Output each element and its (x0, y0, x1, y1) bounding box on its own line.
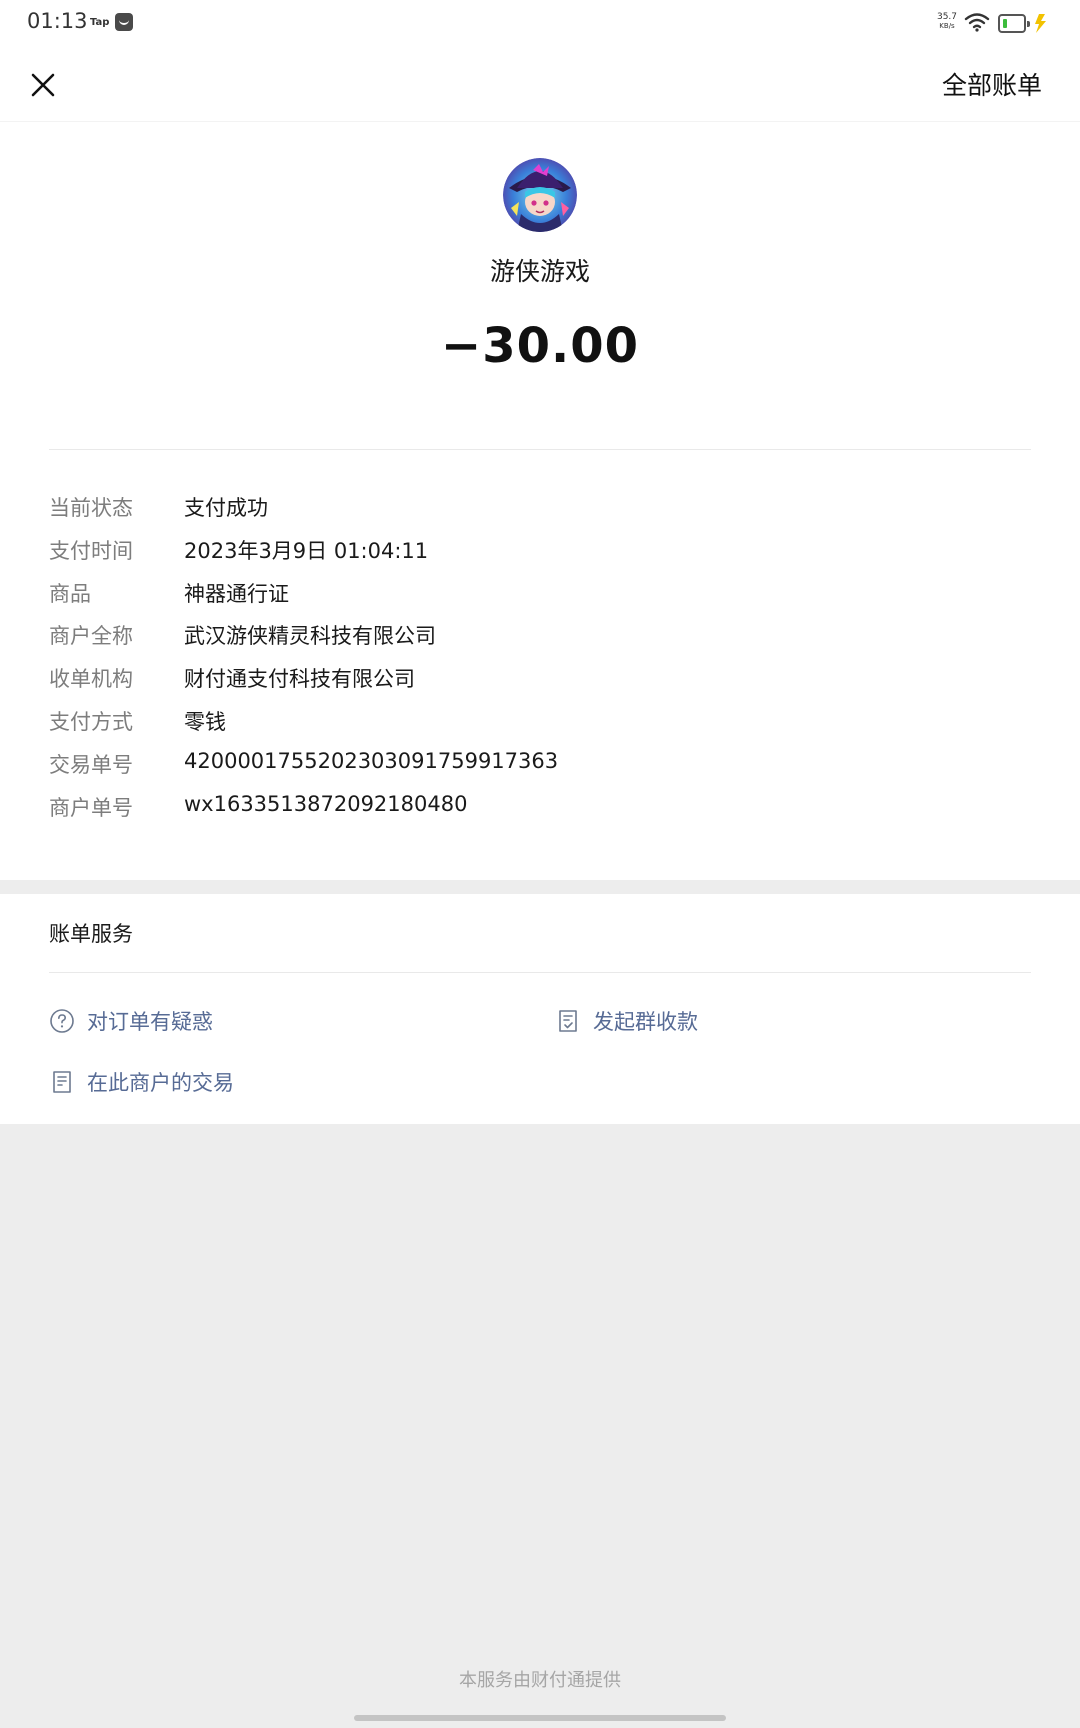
detail-label: 收单机构 (49, 667, 133, 692)
status-bar: 01:13 Tap 35.7 KB/s (0, 0, 1080, 46)
header-divider (49, 449, 1031, 450)
provider-footer: 本服务由财付通提供 (459, 1670, 621, 1691)
merchant-name: 游侠游戏 (489, 257, 590, 286)
network-speed: 35.7 KB/s (933, 12, 961, 31)
tap-app-icon: Tap (90, 17, 110, 28)
bill-services-section: 账单服务 对订单有疑惑 发起群收款 在此商户的交易 (0, 894, 1080, 1124)
merchant-transactions-link[interactable]: 在此商户的交易 (49, 1065, 234, 1099)
group-receipt-label: 发起群收款 (593, 1010, 698, 1034)
detail-value: 2023年3月9日 01:04:11 (184, 538, 429, 563)
detail-row-pay-time: 支付时间 2023年3月9日 01:04:11 (49, 531, 1031, 574)
detail-label: 当前状态 (49, 496, 133, 520)
top-nav: 全部账单 (0, 46, 1080, 122)
detail-value: 支付成功 (184, 496, 268, 520)
services-title: 账单服务 (49, 922, 133, 946)
question-circle-icon (50, 1009, 74, 1033)
services-divider (49, 972, 1031, 973)
detail-value: 武汉游侠精灵科技有限公司 (184, 624, 436, 649)
detail-row-acquirer: 收单机构 财付通支付科技有限公司 (49, 659, 1031, 702)
document-list-icon (53, 1071, 71, 1093)
merchant-transactions-label: 在此商户的交易 (87, 1071, 234, 1095)
home-indicator[interactable] (354, 1715, 726, 1721)
close-icon[interactable] (26, 68, 60, 102)
detail-label: 支付方式 (49, 709, 133, 734)
detail-label: 商品 (49, 581, 91, 606)
notification-app-icon (115, 13, 133, 31)
detail-row-merchant-full-name: 商户全称 武汉游侠精灵科技有限公司 (49, 616, 1031, 659)
network-speed-value: 35.7 (936, 12, 958, 22)
detail-value: 财付通支付科技有限公司 (184, 667, 415, 692)
battery-icon (998, 14, 1030, 33)
detail-value: 神器通行证 (184, 581, 289, 606)
detail-label: 交易单号 (49, 752, 133, 777)
detail-row-transaction-id: 交易单号 4200001755202303091759917363 (49, 745, 1031, 788)
detail-row-status: 当前状态 支付成功 (49, 488, 1031, 531)
detail-row-merchant-order-id: 商户单号 wx1633513872092180480 (49, 788, 1031, 831)
order-question-link[interactable]: 对订单有疑惑 (49, 1004, 213, 1038)
network-speed-unit: KB/s (939, 22, 955, 30)
section-separator (0, 880, 1080, 894)
detail-row-product: 商品 神器通行证 (49, 574, 1031, 617)
detail-value[interactable]: 4200001755202303091759917363 (184, 749, 558, 773)
wifi-icon (964, 13, 990, 32)
bill-details-list: 当前状态 支付成功 支付时间 2023年3月9日 01:04:11 商品 神器通… (49, 488, 1031, 830)
detail-label: 支付时间 (49, 538, 133, 563)
detail-value[interactable]: wx1633513872092180480 (184, 792, 467, 816)
detail-label: 商户单号 (49, 795, 133, 820)
detail-value: 零钱 (184, 709, 226, 734)
order-question-label: 对订单有疑惑 (87, 1010, 213, 1034)
charging-bolt-icon (1035, 14, 1046, 33)
merchant-avatar (503, 158, 577, 232)
group-receipt-link[interactable]: 发起群收款 (555, 1004, 698, 1038)
status-time: 01:13 (27, 9, 88, 33)
all-bills-button[interactable]: 全部账单 (942, 66, 1042, 102)
group-receipt-icon (559, 1010, 577, 1032)
payment-amount: −30.00 (440, 318, 640, 374)
detail-label: 商户全称 (49, 624, 133, 649)
detail-row-pay-method: 支付方式 零钱 (49, 702, 1031, 745)
